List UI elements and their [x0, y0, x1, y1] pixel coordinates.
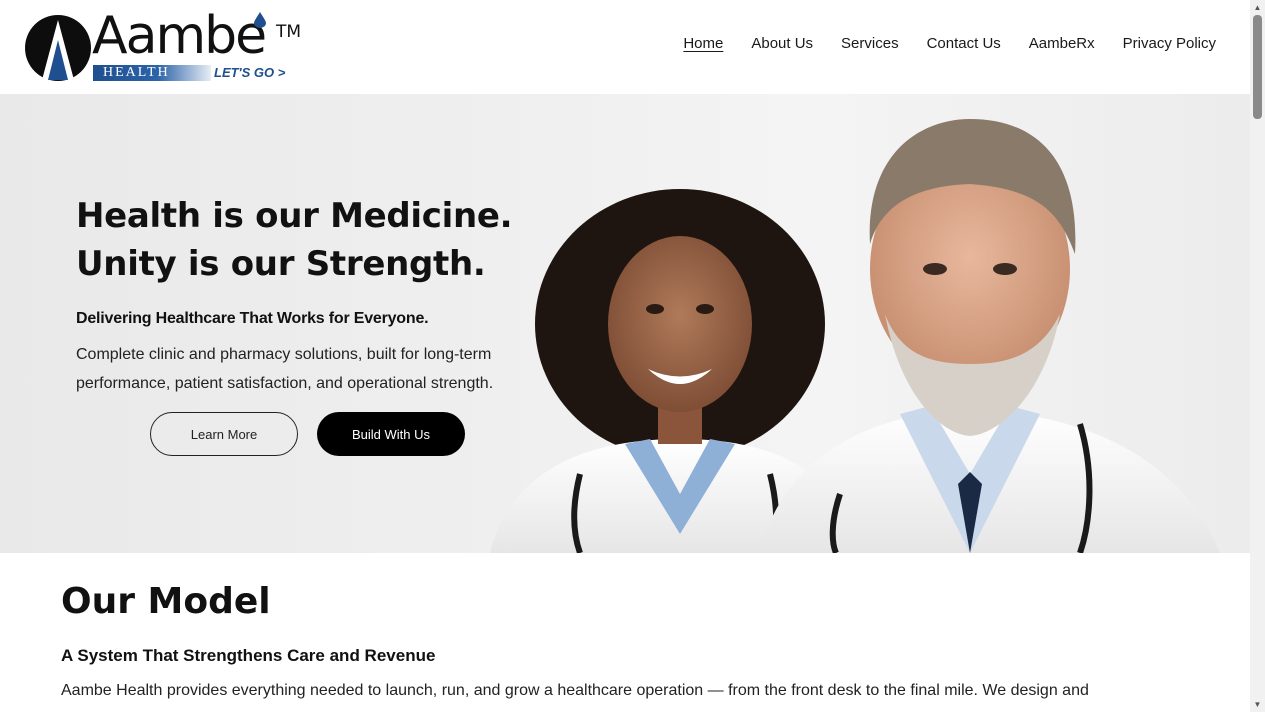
- model-body: Aambe Health provides everything needed …: [61, 682, 1089, 699]
- hero-description: Complete clinic and pharmacy solutions, …: [76, 346, 494, 392]
- scrollbar-thumb[interactable]: [1253, 15, 1262, 119]
- logo-trademark: TM: [276, 22, 302, 42]
- our-model-section: Our Model A System That Strengthens Care…: [61, 580, 1211, 700]
- model-title: Our Model: [61, 581, 271, 622]
- nav-privacy-policy[interactable]: Privacy Policy: [1123, 34, 1216, 54]
- hero-title: Health is our Medicine. Unity is our Str…: [76, 192, 546, 288]
- nav-aamberx[interactable]: AambeRx: [1029, 34, 1095, 54]
- nav-home[interactable]: Home: [683, 34, 723, 54]
- scroll-down-arrow-icon[interactable]: ▼: [1250, 697, 1265, 712]
- hero-subtitle: Delivering Healthcare That Works for Eve…: [76, 310, 429, 327]
- page-scrollbar[interactable]: ▲ ▼: [1250, 0, 1265, 712]
- page: Aambe TM HEALTH LET'S GO > Home About Us…: [0, 0, 1250, 712]
- site-logo[interactable]: Aambe TM HEALTH LET'S GO >: [22, 6, 312, 86]
- learn-more-button[interactable]: Learn More: [150, 412, 298, 456]
- hero-section: Health is our Medicine. Unity is our Str…: [0, 94, 1250, 553]
- hero-title-line2: Unity is our Strength.: [76, 244, 486, 284]
- logo-wordmark: Aambe: [92, 6, 267, 66]
- hero-title-line1: Health is our Medicine.: [76, 196, 513, 236]
- logo-drop-icon: [254, 12, 266, 28]
- logo-health-text: HEALTH: [103, 65, 170, 80]
- model-subtitle: A System That Strengthens Care and Reven…: [61, 646, 436, 665]
- scroll-up-arrow-icon[interactable]: ▲: [1250, 0, 1265, 15]
- main-nav: Home About Us Services Contact Us AambeR…: [655, 34, 1216, 54]
- nav-contact-us[interactable]: Contact Us: [927, 34, 1001, 54]
- nav-services[interactable]: Services: [841, 34, 899, 54]
- hero-text-block: Health is our Medicine. Unity is our Str…: [76, 192, 546, 398]
- hero-doctors-image: [490, 119, 1220, 553]
- logo-a-icon: [25, 15, 91, 81]
- logo-slogan: LET'S GO >: [214, 65, 286, 80]
- build-with-us-button[interactable]: Build With Us: [317, 412, 465, 456]
- site-header: Aambe TM HEALTH LET'S GO > Home About Us…: [0, 0, 1250, 94]
- nav-about-us[interactable]: About Us: [751, 34, 813, 54]
